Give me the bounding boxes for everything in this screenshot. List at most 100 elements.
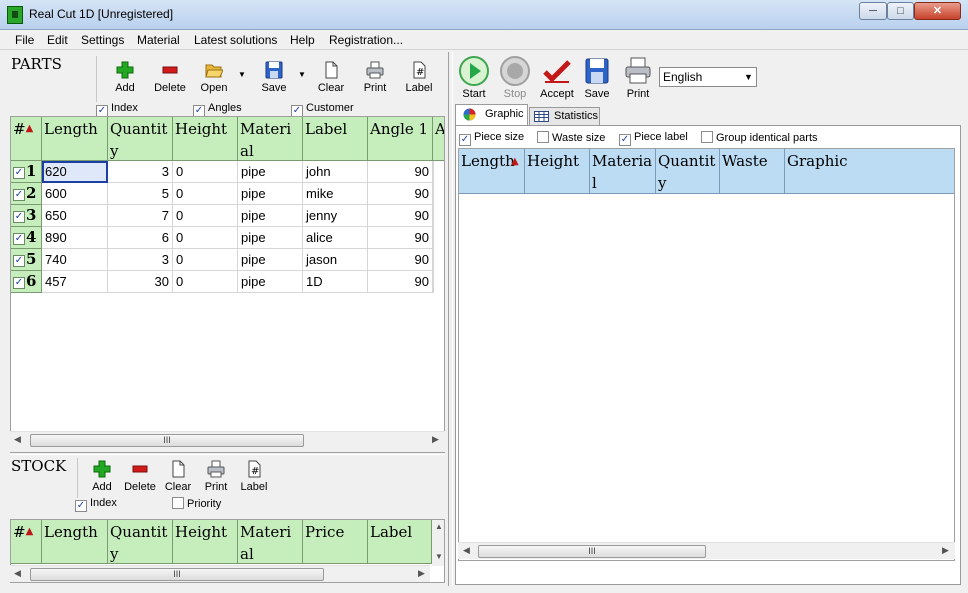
cell-length[interactable]: 890 (42, 227, 108, 249)
menu-help[interactable]: Help (290, 33, 315, 47)
scroll-right-arrow-icon[interactable]: ▶ (418, 568, 425, 579)
table-row[interactable]: ✓ 1 620 3 0 pipe john 90 (11, 161, 444, 183)
stop-button[interactable]: Stop (496, 55, 534, 100)
row-check-icon[interactable]: ✓ (13, 211, 25, 223)
cell-length[interactable]: 600 (42, 183, 108, 205)
stock-column-header-index[interactable]: #▲ (11, 520, 42, 564)
cell-material[interactable]: pipe (238, 161, 303, 183)
tab-graphic[interactable]: Graphic (455, 104, 528, 126)
solution-column-header-material[interactable]: Material (590, 149, 656, 194)
row-header[interactable]: ✓ 4 (11, 227, 42, 249)
parts-horizontal-scrollbar[interactable]: ◀ III ▶ (10, 431, 445, 448)
cell-label[interactable]: jenny (303, 205, 368, 227)
panel-splitter[interactable] (448, 52, 453, 586)
stock-column-header-height[interactable]: Height (173, 520, 238, 564)
solution-column-header-graphic[interactable]: Graphic (785, 149, 954, 194)
stock-column-header-material[interactable]: Material (238, 520, 303, 564)
stock-horizontal-scrollbar[interactable]: ◀ III ▶ (10, 565, 430, 582)
menu-registration[interactable]: Registration... (329, 33, 403, 47)
stock-index-checkbox[interactable]: ✓ Index (75, 497, 117, 512)
save-dropdown-arrow-icon[interactable]: ▼ (298, 70, 306, 79)
cell-material[interactable]: pipe (238, 183, 303, 205)
stock-priority-checkbox[interactable]: Priority (172, 497, 221, 510)
row-check-icon[interactable]: ✓ (13, 255, 25, 267)
parts-stock-splitter[interactable] (10, 452, 445, 455)
row-header[interactable]: ✓ 6 (11, 271, 42, 293)
column-header-height[interactable]: Height (173, 117, 238, 161)
menu-material[interactable]: Material (137, 33, 180, 47)
tab-statistics[interactable]: Statistics (529, 107, 600, 125)
solution-column-header-waste[interactable]: Waste (720, 149, 785, 194)
parts-delete-button[interactable]: Delete (147, 61, 193, 94)
start-button[interactable]: Start (455, 55, 493, 100)
column-header-index[interactable]: #▲ (11, 117, 42, 161)
cell-label[interactable]: 1D (303, 271, 368, 293)
scroll-thumb[interactable]: III (30, 568, 324, 581)
parts-customer-checkbox[interactable]: ✓ Customer (291, 102, 354, 117)
row-header[interactable]: ✓ 3 (11, 205, 42, 227)
cell-height[interactable]: 0 (173, 249, 238, 271)
row-check-icon[interactable]: ✓ (13, 233, 25, 245)
row-header[interactable]: ✓ 1 (11, 161, 42, 183)
parts-print-button[interactable]: Print (352, 61, 398, 94)
cell-material[interactable]: pipe (238, 271, 303, 293)
scroll-right-arrow-icon[interactable]: ▶ (432, 434, 439, 445)
scroll-left-arrow-icon[interactable]: ◀ (14, 434, 21, 445)
cell-material[interactable]: pipe (238, 205, 303, 227)
cell-angle1[interactable]: 90 (368, 183, 433, 205)
table-row[interactable]: ✓ 2 600 5 0 pipe mike 90 (11, 183, 444, 205)
cell-material[interactable]: pipe (238, 249, 303, 271)
cell-material[interactable]: pipe (238, 227, 303, 249)
parts-save-button[interactable]: Save (251, 61, 297, 94)
cell-angle1[interactable]: 90 (368, 205, 433, 227)
solution-column-header-height[interactable]: Height (525, 149, 590, 194)
stock-column-header-length[interactable]: Length (42, 520, 108, 564)
parts-open-button[interactable]: Open (191, 61, 237, 94)
cell-quantity[interactable]: 7 (108, 205, 173, 227)
column-header-angle2[interactable]: A (433, 117, 444, 161)
cell-height[interactable]: 0 (173, 271, 238, 293)
row-header[interactable]: ✓ 5 (11, 249, 42, 271)
group-identical-checkbox[interactable]: Group identical parts (701, 131, 818, 144)
menu-edit[interactable]: Edit (47, 33, 68, 47)
cell-label[interactable]: alice (303, 227, 368, 249)
solution-save-button[interactable]: Save (578, 55, 616, 100)
table-row[interactable]: ✓ 3 650 7 0 pipe jenny 90 (11, 205, 444, 227)
cell-angle1[interactable]: 90 (368, 227, 433, 249)
stock-label-button[interactable]: # Label (231, 460, 277, 493)
cell-angle1[interactable]: 90 (368, 249, 433, 271)
solution-column-header-quantity[interactable]: Quantity (656, 149, 720, 194)
minimize-button[interactable]: ─ (859, 2, 887, 20)
scroll-thumb[interactable]: III (478, 545, 706, 558)
column-header-angle1[interactable]: Angle 1 (368, 117, 433, 161)
stock-column-header-label[interactable]: Label (368, 520, 432, 564)
cell-label[interactable]: jason (303, 249, 368, 271)
waste-size-checkbox[interactable]: Waste size (537, 131, 605, 144)
stock-vertical-scrollbar[interactable]: ▲ ▼ (432, 520, 444, 566)
scroll-up-arrow-icon[interactable]: ▲ (435, 522, 443, 531)
close-button[interactable]: ✕ (914, 2, 961, 20)
parts-label-button[interactable]: # Label (396, 61, 442, 94)
open-dropdown-arrow-icon[interactable]: ▼ (238, 70, 246, 79)
cell-height[interactable]: 0 (173, 161, 238, 183)
column-header-length[interactable]: Length (42, 117, 108, 161)
cell-label[interactable]: john (303, 161, 368, 183)
cell-length[interactable]: 740 (42, 249, 108, 271)
cell-quantity[interactable]: 6 (108, 227, 173, 249)
parts-clear-button[interactable]: Clear (308, 61, 354, 94)
table-row[interactable]: ✓ 4 890 6 0 pipe alice 90 (11, 227, 444, 249)
cell-label[interactable]: mike (303, 183, 368, 205)
cell-quantity[interactable]: 30 (108, 271, 173, 293)
cell-quantity[interactable]: 3 (108, 249, 173, 271)
cell-quantity[interactable]: 5 (108, 183, 173, 205)
solution-column-header-length[interactable]: Length ▲ (459, 149, 525, 194)
stock-column-header-quantity[interactable]: Quantity (108, 520, 173, 564)
cell-angle1[interactable]: 90 (368, 271, 433, 293)
accept-button[interactable]: Accept (536, 55, 578, 100)
maximize-button[interactable]: □ (887, 2, 914, 20)
column-header-material[interactable]: Material (238, 117, 303, 161)
solution-horizontal-scrollbar[interactable]: ◀ III ▶ (458, 542, 955, 559)
parts-add-button[interactable]: Add (102, 61, 148, 94)
stock-column-header-price[interactable]: Price (303, 520, 368, 564)
scroll-down-arrow-icon[interactable]: ▼ (435, 552, 443, 561)
